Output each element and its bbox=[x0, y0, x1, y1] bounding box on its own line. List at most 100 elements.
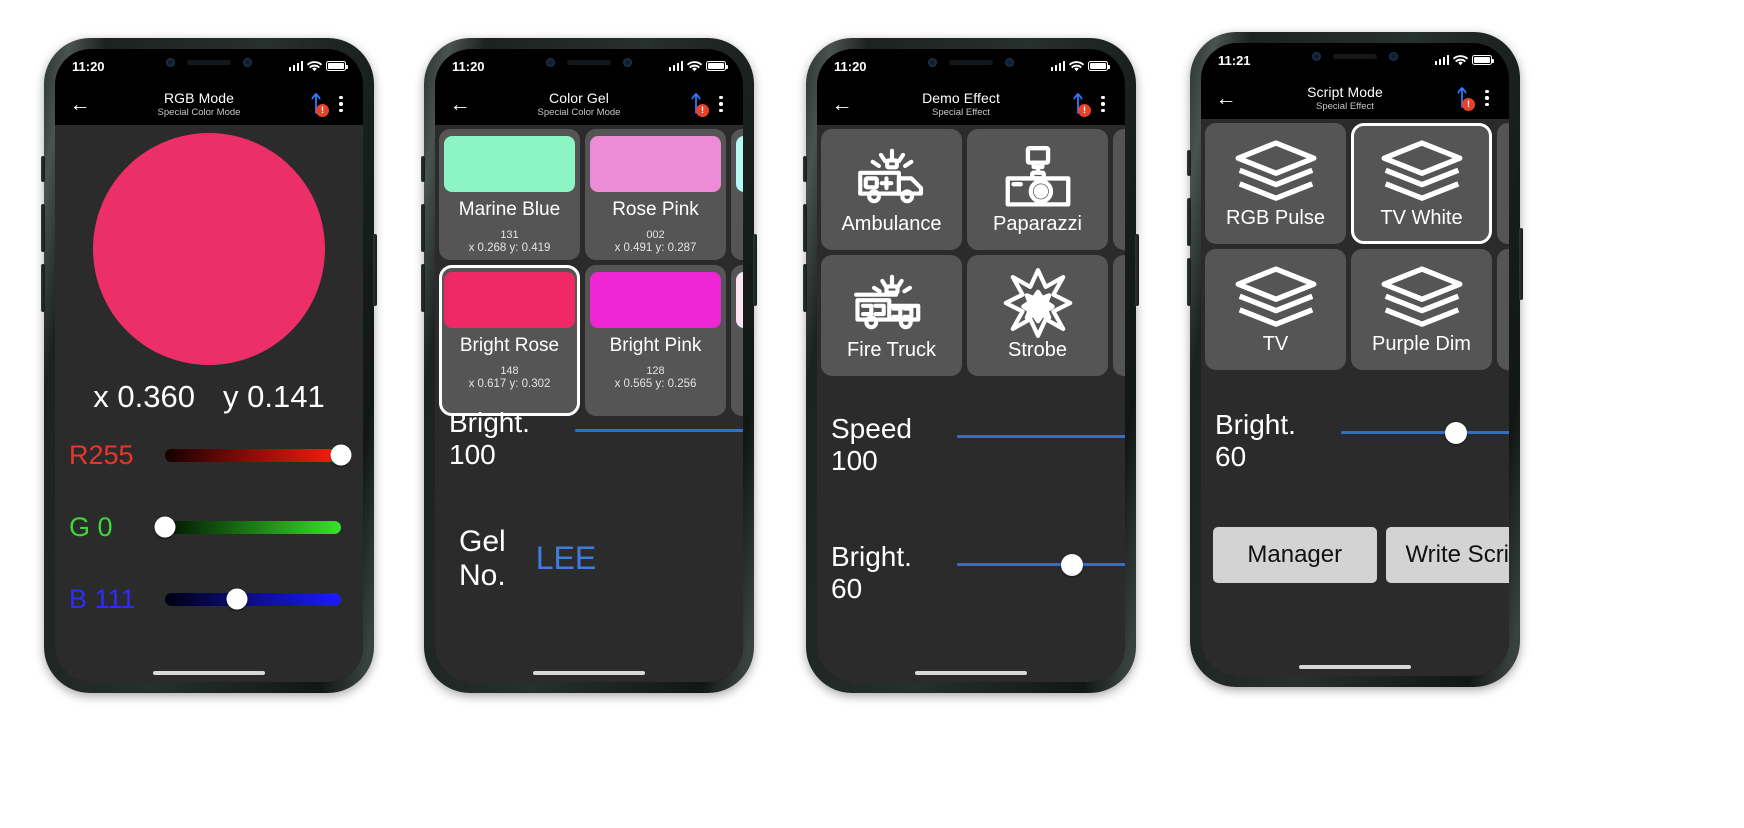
volume-down-button[interactable] bbox=[1187, 258, 1191, 306]
rgb-mode-body: x 0.360 y 0.141 R255 G 0 B 111 bbox=[55, 125, 363, 682]
home-indicator[interactable] bbox=[915, 670, 1027, 675]
back-arrow-icon[interactable]: ← bbox=[445, 94, 475, 115]
gel-swatch bbox=[736, 271, 743, 328]
script-card[interactable]: Purple Dim bbox=[1351, 249, 1492, 370]
notch bbox=[891, 49, 1051, 75]
mute-switch[interactable] bbox=[41, 156, 45, 182]
volume-up-button[interactable] bbox=[41, 204, 45, 252]
overflow-menu-icon[interactable] bbox=[329, 95, 353, 113]
script-name: TV bbox=[1262, 333, 1289, 355]
gel-card[interactable]: Bright Pink 128 x 0.565 y: 0.256 bbox=[585, 264, 726, 416]
status-bar: 11:20 bbox=[435, 49, 743, 83]
bluetooth-status[interactable]: ᛏ ! bbox=[303, 89, 329, 119]
script-card[interactable]: TV bbox=[1205, 249, 1346, 370]
power-button[interactable] bbox=[1135, 234, 1139, 306]
blue-slider-knob[interactable] bbox=[226, 588, 248, 610]
brightness-slider-track[interactable] bbox=[575, 429, 743, 432]
back-arrow-icon[interactable]: ← bbox=[1211, 88, 1241, 109]
brightness-slider-track[interactable] bbox=[1341, 421, 1509, 444]
speed-label: Speed bbox=[831, 413, 912, 444]
gel-card[interactable]: SpeLave13x 0.348 bbox=[731, 264, 743, 416]
gel-number: 131 bbox=[500, 228, 519, 241]
mute-switch[interactable] bbox=[421, 156, 425, 182]
mute-switch[interactable] bbox=[1187, 150, 1191, 176]
battery-icon bbox=[1472, 55, 1494, 65]
blue-slider-label: B 111 bbox=[69, 583, 136, 614]
gel-card[interactable]: Ocean72x 0.251 bbox=[731, 129, 743, 260]
gel-card[interactable]: Rose Pink 002 x 0.491 y: 0.287 bbox=[585, 129, 726, 260]
front-camera-icon bbox=[166, 57, 175, 67]
volume-down-button[interactable] bbox=[41, 264, 45, 312]
effect-card[interactable]: Strobe bbox=[967, 255, 1108, 376]
face-id-sensor-icon bbox=[623, 57, 632, 67]
script-name: TV White bbox=[1380, 207, 1463, 229]
app-bar-titles: RGB Mode Special Color Mode bbox=[95, 90, 303, 118]
app-bar-titles: Color Gel Special Color Mode bbox=[475, 90, 683, 118]
gel-no-value[interactable]: LEE bbox=[536, 540, 596, 577]
xy-y-value: y 0.141 bbox=[223, 379, 325, 414]
bluetooth-alert-badge: ! bbox=[1462, 98, 1475, 111]
home-indicator[interactable] bbox=[533, 670, 645, 675]
bluetooth-status[interactable]: ᛏ ! bbox=[1449, 83, 1475, 113]
blue-slider-track[interactable] bbox=[165, 588, 341, 610]
overflow-menu-icon[interactable] bbox=[709, 95, 733, 113]
back-arrow-icon[interactable]: ← bbox=[65, 94, 95, 115]
status-time: 11:20 bbox=[452, 58, 485, 74]
volume-up-button[interactable] bbox=[1187, 198, 1191, 246]
effect-name: Fire Truck bbox=[847, 339, 936, 361]
notch bbox=[129, 49, 289, 75]
bluetooth-alert-badge: ! bbox=[316, 104, 329, 117]
bluetooth-status[interactable]: ᛏ ! bbox=[1065, 89, 1091, 119]
volume-up-button[interactable] bbox=[803, 204, 807, 252]
effect-card[interactable]: Fire Truck bbox=[821, 255, 962, 376]
color-preview-circle[interactable] bbox=[93, 133, 325, 365]
volume-down-button[interactable] bbox=[421, 264, 425, 312]
power-button[interactable] bbox=[1519, 228, 1523, 300]
gel-xy: x 0.565 y: 0.256 bbox=[614, 377, 697, 390]
green-slider-knob[interactable] bbox=[154, 516, 176, 538]
bluetooth-status[interactable]: ᛏ ! bbox=[683, 89, 709, 119]
red-slider-row: R255 bbox=[69, 435, 352, 475]
green-slider-track[interactable] bbox=[154, 516, 341, 538]
overflow-menu-icon[interactable] bbox=[1091, 95, 1115, 113]
power-button[interactable] bbox=[373, 234, 377, 306]
mute-switch[interactable] bbox=[803, 156, 807, 182]
effect-card[interactable]: Ambulance bbox=[821, 129, 962, 250]
gel-swatch bbox=[590, 136, 721, 192]
red-slider-knob[interactable] bbox=[330, 444, 352, 466]
status-time: 11:20 bbox=[72, 58, 105, 74]
gel-name: Marine Blue bbox=[458, 199, 561, 220]
earpiece-speaker bbox=[949, 59, 993, 65]
overflow-menu-icon[interactable] bbox=[1475, 89, 1499, 107]
script-card[interactable]: CCT bbox=[1497, 249, 1509, 370]
phone-inner: 11:21 ← Script Mode Special Effect ᛏ ! R… bbox=[1201, 43, 1509, 676]
green-slider-label: G 0 bbox=[69, 511, 113, 542]
effect-card[interactable]: Paparazzi bbox=[967, 129, 1108, 250]
home-indicator[interactable] bbox=[153, 670, 265, 675]
brightness-slider-knob[interactable] bbox=[1444, 421, 1467, 444]
brightness-label-group: Bright. 100 bbox=[449, 407, 575, 471]
gel-card[interactable]: Bright Rose 148 x 0.617 y: 0.302 bbox=[439, 264, 580, 416]
script-action-buttons: ManagerWrite Script bbox=[1213, 527, 1509, 583]
red-slider-track[interactable] bbox=[165, 444, 352, 466]
write-script-button[interactable]: Write Script bbox=[1385, 527, 1509, 583]
script-card[interactable]: TV White bbox=[1351, 123, 1492, 244]
face-id-sensor-icon bbox=[1005, 57, 1014, 67]
gel-xy: x 0.491 y: 0.287 bbox=[614, 241, 697, 254]
back-arrow-icon[interactable]: ← bbox=[827, 94, 857, 115]
manager-button[interactable]: Manager bbox=[1213, 527, 1377, 583]
volume-down-button[interactable] bbox=[803, 264, 807, 312]
script-card[interactable]: Red bbox=[1497, 123, 1509, 244]
brightness-slider-track[interactable] bbox=[957, 553, 1125, 576]
screen: 11:20 ← Color Gel Special Color Mode ᛏ !… bbox=[435, 49, 743, 682]
gel-card[interactable]: Marine Blue 131 x 0.268 y: 0.419 bbox=[439, 129, 580, 260]
script-card[interactable]: RGB Pulse bbox=[1205, 123, 1346, 244]
brightness-slider-knob[interactable] bbox=[1060, 553, 1083, 576]
power-button[interactable] bbox=[753, 234, 757, 306]
volume-up-button[interactable] bbox=[421, 204, 425, 252]
brightness-label: Bright. bbox=[449, 407, 530, 438]
speed-slider-track[interactable] bbox=[957, 435, 1125, 438]
home-indicator[interactable] bbox=[1299, 664, 1411, 669]
effect-card[interactable]: High/Lo bbox=[1113, 129, 1125, 250]
effect-card[interactable]: Doubl(Han bbox=[1113, 255, 1125, 376]
